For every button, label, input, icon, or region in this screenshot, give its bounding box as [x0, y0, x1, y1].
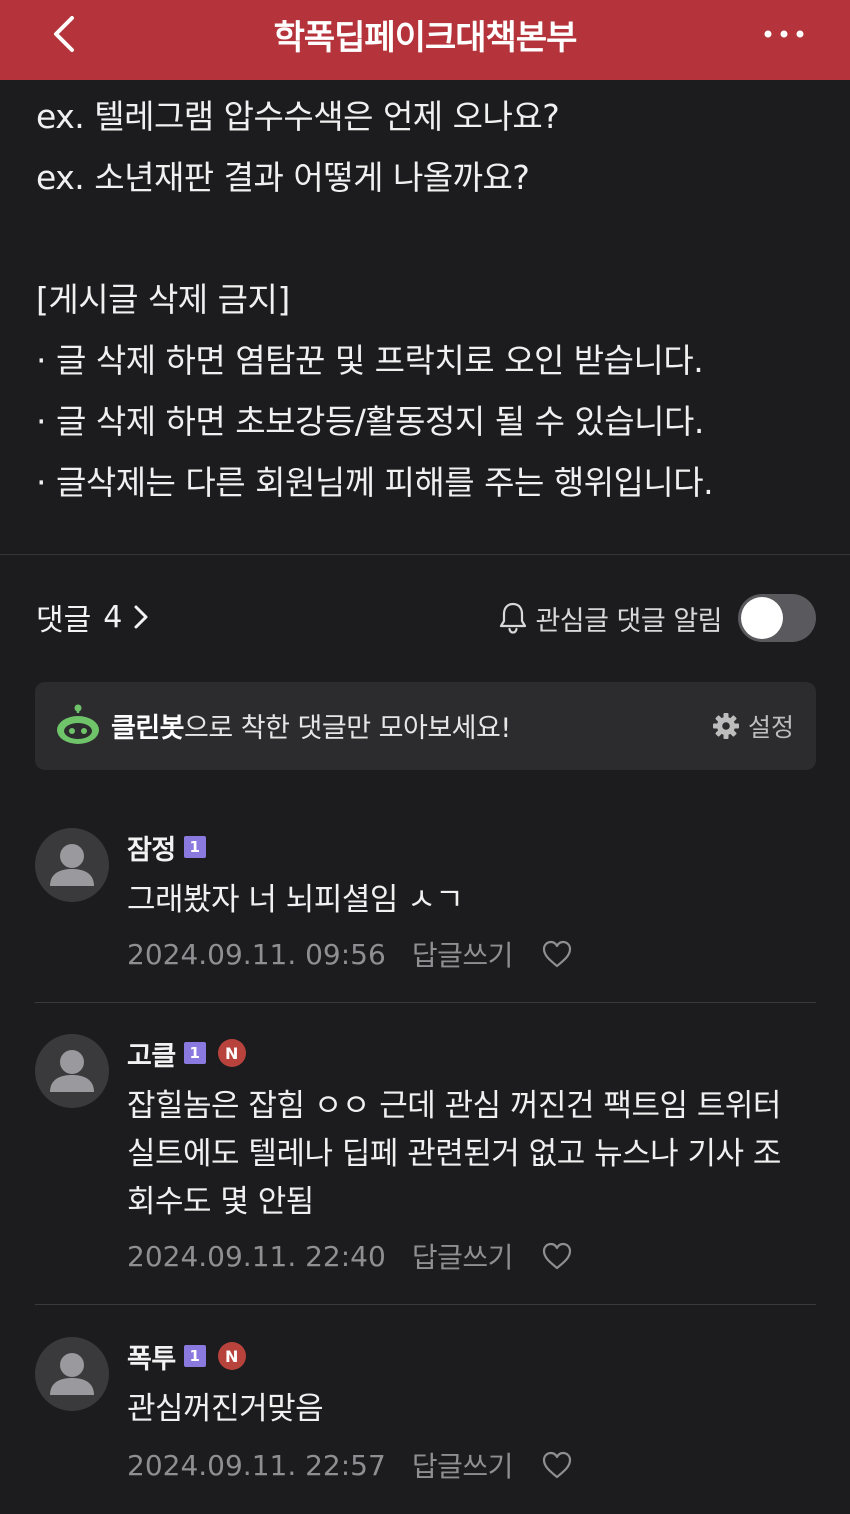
avatar[interactable]	[35, 1034, 109, 1108]
post-line: ex. 소년재판 결과 어떻게 나올까요?	[36, 158, 530, 197]
avatar[interactable]	[35, 1337, 109, 1411]
notify-label: 관심글 댓글 알림	[535, 605, 722, 637]
comment-author[interactable]: 고클	[127, 1034, 176, 1073]
reply-button[interactable]: 답글쓰기	[412, 1236, 514, 1276]
comments-count: 4	[103, 599, 123, 635]
heart-icon[interactable]	[541, 939, 573, 969]
comment-author[interactable]: 폭투	[127, 1337, 176, 1376]
comment-date: 2024.09.11. 22:57	[127, 1448, 386, 1482]
post-line: · 글삭제는 다른 회원님께 피해를 주는 행위입니다.	[36, 463, 714, 502]
post-body: ex. 텔레그램 압수수색은 언제 오나요? ex. 소년재판 결과 어떻게 나…	[36, 86, 826, 513]
cleanbot-settings-button[interactable]: 설정	[712, 708, 794, 744]
comment-divider	[35, 1304, 816, 1305]
comment-meta: 2024.09.11. 09:56 답글쓰기	[127, 934, 573, 974]
new-badge: N	[217, 1039, 246, 1067]
default-user-icon	[50, 844, 94, 886]
comments-label: 댓글	[36, 603, 92, 638]
comment-text: 잡힐놈은 잡힘 ㅇㅇ 근데 관심 꺼진건 팩트임 트위터 실트에도 텔레나 딥페…	[127, 1088, 781, 1220]
comments-count-link[interactable]: 댓글 4	[36, 594, 150, 640]
comment-notification: 관심글 댓글 알림	[497, 594, 816, 642]
cleanbot-brand: 클린봇	[111, 713, 185, 744]
comment-author-row: 고클 1 N	[127, 1034, 246, 1072]
level-badge: 1	[183, 1345, 206, 1367]
heart-icon[interactable]	[541, 1450, 573, 1480]
post-line: [게시글 삭제 금지]	[36, 280, 290, 319]
gear-icon	[712, 713, 739, 739]
cleanbot-text: 으로 착한 댓글만 모아보세요!	[184, 713, 511, 744]
settings-label: 설정	[747, 713, 794, 742]
more-options-icon[interactable]	[762, 22, 806, 46]
post-line: ex. 텔레그램 압수수색은 언제 오나요?	[36, 97, 560, 136]
comment-author-row: 폭투 1 N	[127, 1337, 246, 1375]
toggle-knob	[741, 597, 783, 639]
heart-icon[interactable]	[541, 1241, 573, 1271]
reply-button[interactable]: 답글쓰기	[412, 1445, 514, 1485]
post-line: · 글 삭제 하면 염탐꾼 및 프락치로 오인 받습니다.	[36, 341, 704, 380]
cleanbot-message: 클린봇으로 착한 댓글만 모아보세요!	[111, 706, 511, 745]
comment-author[interactable]: 잠정	[127, 828, 176, 867]
post-blank-line	[36, 208, 826, 269]
notify-toggle[interactable]	[738, 594, 816, 642]
cleanbot-banner: 클린봇으로 착한 댓글만 모아보세요! 설정	[35, 682, 816, 770]
comment-divider	[35, 1002, 816, 1003]
bell-icon	[500, 602, 527, 634]
top-bar: 학폭딥페이크대책본부	[0, 0, 850, 80]
default-user-icon	[50, 1050, 94, 1092]
comment-meta: 2024.09.11. 22:57 답글쓰기	[127, 1445, 573, 1485]
level-badge: 1	[183, 1042, 206, 1064]
comment-author-row: 잠정 1	[127, 828, 206, 866]
comment-date: 2024.09.11. 09:56	[127, 937, 386, 971]
chevron-right-icon	[134, 605, 148, 629]
level-badge: 1	[183, 836, 206, 858]
cleanbot-robot-icon	[57, 704, 99, 744]
comment-date: 2024.09.11. 22:40	[127, 1239, 386, 1273]
avatar[interactable]	[35, 828, 109, 902]
new-badge: N	[217, 1342, 246, 1370]
page-title: 학폭딥페이크대책본부	[273, 18, 578, 58]
comment-meta: 2024.09.11. 22:40 답글쓰기	[127, 1236, 573, 1276]
default-user-icon	[50, 1353, 94, 1395]
reply-button[interactable]: 답글쓰기	[412, 934, 514, 974]
post-line: · 글 삭제 하면 초보강등/활동정지 될 수 있습니다.	[36, 402, 704, 441]
section-divider	[0, 554, 850, 555]
comment-text: 그래봤자 너 뇌피셜임 ㅅㄱ	[127, 882, 464, 918]
comment-text: 관심꺼진거맞음	[127, 1391, 324, 1427]
